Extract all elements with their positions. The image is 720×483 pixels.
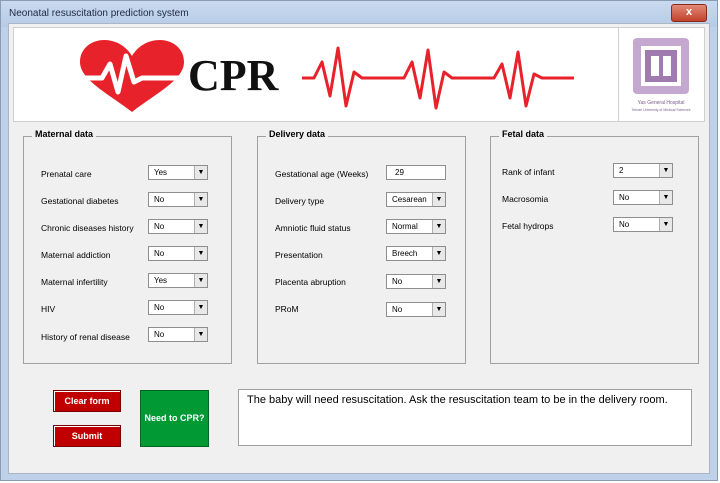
cpr-banner: CPR Yas General Hospital Tehran Universi… (13, 27, 705, 122)
chevron-down-icon[interactable]: ▼ (194, 247, 207, 260)
rank-of-infant-select[interactable]: 2 ▼ (613, 163, 673, 178)
ecg-line-icon (302, 46, 574, 110)
delivery-type-label: Delivery type (275, 196, 325, 206)
maternal-data-title: Maternal data (32, 129, 97, 139)
app-window: Neonatal resuscitation prediction system… (0, 0, 718, 481)
university-seal-icon: Yas General Hospital Tehran University o… (631, 38, 691, 112)
heart-icon (80, 40, 184, 112)
chevron-down-icon[interactable]: ▼ (432, 275, 445, 288)
result-message: The baby will need resuscitation. Ask th… (247, 394, 668, 406)
maternal-addiction-label: Maternal addiction (41, 250, 111, 260)
amniotic-fluid-select[interactable]: Normal ▼ (386, 219, 446, 234)
placenta-abruption-label: Placenta abruption (275, 277, 346, 287)
hiv-label: HIV (41, 304, 56, 314)
clear-form-button[interactable]: Clear form (53, 390, 121, 412)
chevron-down-icon[interactable]: ▼ (659, 164, 672, 177)
gestational-age-input[interactable]: 29 (386, 165, 446, 180)
presentation-label: Presentation (275, 250, 323, 260)
prenatal-care-select[interactable]: Yes ▼ (148, 165, 208, 180)
prenatal-care-label: Prenatal care (41, 169, 92, 179)
svg-text:Yas General Hospital: Yas General Hospital (638, 100, 685, 106)
renal-disease-select[interactable]: No ▼ (148, 327, 208, 342)
rank-of-infant-label: Rank of infant (502, 167, 555, 177)
chevron-down-icon[interactable]: ▼ (194, 193, 207, 206)
cpr-logo: CPR (80, 40, 574, 112)
chevron-down-icon[interactable]: ▼ (432, 220, 445, 233)
chevron-down-icon[interactable]: ▼ (659, 191, 672, 204)
cpr-wordmark: CPR (188, 51, 280, 100)
macrosomia-select[interactable]: No ▼ (613, 190, 673, 205)
close-icon: x (685, 6, 693, 18)
gestational-diabetes-select[interactable]: No ▼ (148, 192, 208, 207)
prom-label: PRoM (275, 304, 299, 314)
chevron-down-icon[interactable]: ▼ (432, 303, 445, 316)
maternal-infertility-select[interactable]: Yes ▼ (148, 273, 208, 288)
chevron-down-icon[interactable]: ▼ (194, 328, 207, 341)
delivery-data-title: Delivery data (266, 129, 329, 139)
chevron-down-icon[interactable]: ▼ (194, 274, 207, 287)
chronic-diseases-label: Chronic diseases history (41, 223, 134, 233)
renal-disease-label: History of renal disease (41, 332, 130, 342)
placenta-abruption-select[interactable]: No ▼ (386, 274, 446, 289)
gestational-diabetes-label: Gestational diabetes (41, 196, 119, 206)
result-textbox: The baby will need resuscitation. Ask th… (238, 389, 692, 446)
presentation-select[interactable]: Breech ▼ (386, 246, 446, 261)
window-title: Neonatal resuscitation prediction system (9, 8, 189, 19)
chronic-diseases-select[interactable]: No ▼ (148, 219, 208, 234)
chevron-down-icon[interactable]: ▼ (194, 166, 207, 179)
hiv-select[interactable]: No ▼ (148, 300, 208, 315)
chevron-down-icon[interactable]: ▼ (194, 301, 207, 314)
prom-select[interactable]: No ▼ (386, 302, 446, 317)
fetal-hydrops-label: Fetal hydrops (502, 221, 554, 231)
maternal-infertility-label: Maternal infertility (41, 277, 108, 287)
macrosomia-label: Macrosomia (502, 194, 549, 204)
fetal-hydrops-select[interactable]: No ▼ (613, 217, 673, 232)
fetal-data-title: Fetal data (499, 129, 548, 139)
chevron-down-icon[interactable]: ▼ (194, 220, 207, 233)
hospital-logo: Yas General Hospital Tehran University o… (618, 28, 703, 121)
amniotic-fluid-label: Amniotic fluid status (275, 223, 351, 233)
close-button[interactable]: x (671, 4, 707, 22)
delivery-type-select[interactable]: Cesarean ▼ (386, 192, 446, 207)
gestational-age-label: Gestational age (Weeks) (275, 169, 369, 179)
form-client-area: CPR Yas General Hospital Tehran Universi… (8, 23, 710, 474)
chevron-down-icon[interactable]: ▼ (659, 218, 672, 231)
maternal-addiction-select[interactable]: No ▼ (148, 246, 208, 261)
svg-text:Tehran University of Medical S: Tehran University of Medical Sciences (631, 108, 690, 112)
chevron-down-icon[interactable]: ▼ (432, 193, 445, 206)
chevron-down-icon[interactable]: ▼ (432, 247, 445, 260)
need-cpr-button[interactable]: Need to CPR? (140, 390, 209, 447)
submit-button[interactable]: Submit (53, 425, 121, 447)
